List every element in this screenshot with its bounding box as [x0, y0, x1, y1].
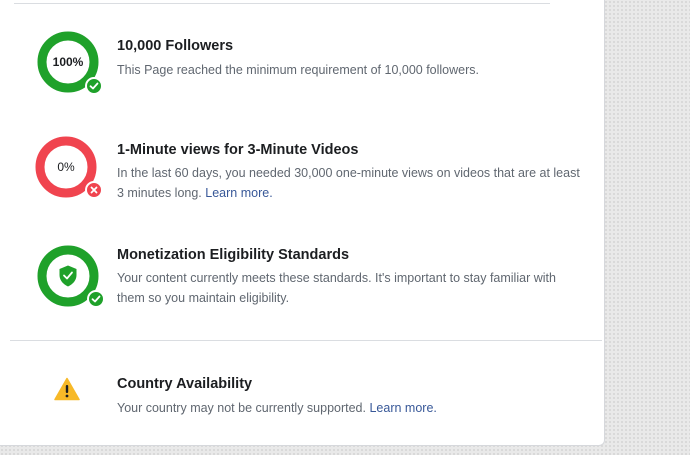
- video-views-title: 1-Minute views for 3-Minute Videos: [117, 142, 359, 158]
- shield-icon: [59, 265, 77, 287]
- warning-icon: [54, 377, 80, 401]
- followers-title: 10,000 Followers: [117, 38, 234, 54]
- country-title: Country Availability: [117, 376, 253, 392]
- country-learn-more-link[interactable]: Learn more.: [369, 401, 436, 415]
- video-views-description: In the last 60 days, you needed 30,000 o…: [117, 166, 580, 200]
- check-icon: [85, 77, 103, 95]
- top-divider: [14, 3, 550, 4]
- section-divider: [10, 340, 602, 341]
- eligibility-card: 100% 10,000 Followers This Page reached …: [0, 0, 605, 446]
- standards-description: Your content currently meets these stand…: [117, 271, 556, 305]
- x-icon: [85, 181, 103, 199]
- standards-title: Monetization Eligibility Standards: [117, 247, 350, 263]
- video-views-learn-more-link[interactable]: Learn more.: [205, 186, 272, 200]
- check-icon: [87, 290, 105, 308]
- country-description: Your country may not be currently suppor…: [117, 401, 437, 415]
- followers-description: This Page reached the minimum requiremen…: [117, 63, 479, 77]
